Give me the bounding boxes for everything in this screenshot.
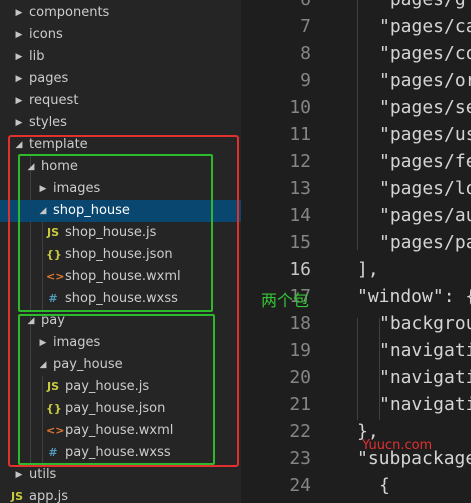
line-number: 21 <box>289 394 311 415</box>
chevron-right-icon[interactable]: ▶ <box>13 24 25 46</box>
code-line[interactable]: "pages/lo <box>379 175 471 202</box>
pay-package-highlight-box <box>18 314 215 465</box>
tree-folder[interactable]: ▶ request <box>0 90 241 112</box>
code-line[interactable]: "pages/au <box>379 202 471 229</box>
code-line[interactable]: " <box>401 499 412 503</box>
chevron-right-icon[interactable]: ▶ <box>13 68 25 90</box>
tree-folder[interactable]: ▶ lib <box>0 46 241 68</box>
line-number: 10 <box>289 97 311 118</box>
tree-item-label: app.js <box>29 489 68 503</box>
tree-file[interactable]: JS app.js <box>0 486 241 503</box>
tree-folder[interactable]: ▶ pages <box>0 68 241 90</box>
code-line[interactable]: "pages/pa <box>379 229 471 256</box>
javascript-file-icon: JS <box>10 490 23 503</box>
code-line[interactable]: "pages/or <box>379 67 471 94</box>
chevron-right-icon[interactable]: ▶ <box>13 46 25 68</box>
line-number: 22 <box>289 421 311 442</box>
tree-folder[interactable]: ▶ utils <box>0 464 241 486</box>
code-line[interactable]: "navigati <box>379 364 471 391</box>
code-line[interactable]: "pages/g <box>379 0 466 13</box>
code-line[interactable]: "backgrou <box>379 310 471 337</box>
code-line[interactable]: { <box>379 472 390 499</box>
chevron-right-icon[interactable]: ▶ <box>13 112 25 134</box>
chevron-right-icon[interactable]: ▶ <box>13 464 25 486</box>
tree-item-label: pages <box>29 71 69 86</box>
line-number: 14 <box>289 205 311 226</box>
tree-item-label: icons <box>29 27 63 42</box>
line-number: 11 <box>289 124 311 145</box>
tree-item-label: lib <box>29 49 45 64</box>
chevron-right-icon[interactable]: ▶ <box>13 2 25 24</box>
tree-folder[interactable]: ▶ styles <box>0 112 241 134</box>
line-number: 19 <box>289 340 311 361</box>
line-number: 25 <box>249 499 311 503</box>
indent-guide <box>379 318 380 420</box>
tree-item-label: components <box>29 5 110 20</box>
line-number: 16 <box>289 259 311 280</box>
tree-item-label: request <box>29 93 79 108</box>
line-number: 23 <box>289 448 311 469</box>
line-number: 15 <box>289 232 311 253</box>
two-packages-annotation: 两个包 <box>261 291 310 310</box>
chevron-right-icon[interactable]: ▶ <box>13 90 25 112</box>
line-number: 7 <box>300 16 311 37</box>
tree-folder[interactable]: ▶ icons <box>0 24 241 46</box>
code-editor[interactable]: 6 "pages/g 7 "pages/ca 8 "pages/co 9 "pages/or 1… <box>249 0 471 503</box>
line-number: 6 <box>249 0 311 13</box>
code-line[interactable]: "pages/ca <box>379 13 471 40</box>
code-line[interactable]: "window": { <box>357 283 471 310</box>
code-line[interactable]: "pages/se <box>379 94 471 121</box>
code-line[interactable]: "pages/co <box>379 40 471 67</box>
tree-item-label: styles <box>29 115 67 130</box>
code-line[interactable]: "pages/us <box>379 121 471 148</box>
line-number: 8 <box>300 43 311 64</box>
indent-guide <box>357 318 358 420</box>
line-number: 9 <box>300 70 311 91</box>
line-number: 20 <box>289 367 311 388</box>
code-line[interactable]: "pages/fe <box>379 148 471 175</box>
home-package-highlight-box <box>18 154 213 312</box>
line-number: 13 <box>289 178 311 199</box>
line-number: 18 <box>289 313 311 334</box>
watermark: Yuucn.com <box>362 438 433 453</box>
tree-folder[interactable]: ▶ components <box>0 2 241 24</box>
code-line[interactable]: "navigati <box>379 337 471 364</box>
code-line[interactable]: "navigati <box>379 391 471 418</box>
line-number: 24 <box>289 475 311 496</box>
line-number: 12 <box>289 151 311 172</box>
indent-guide <box>357 0 358 250</box>
code-line[interactable]: ], <box>357 256 379 283</box>
tree-item-label: utils <box>29 467 57 482</box>
